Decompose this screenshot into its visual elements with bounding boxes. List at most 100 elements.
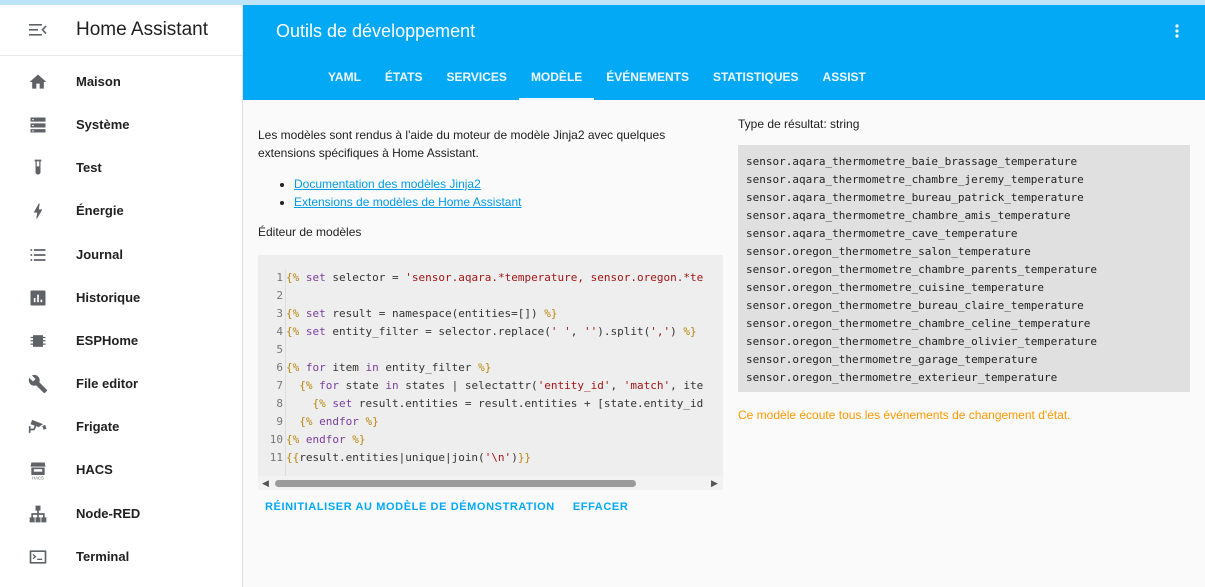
sidebar-item-systeme[interactable]: Système (0, 103, 242, 146)
line-number: 7 (276, 379, 283, 392)
sidebar-item-file-editor[interactable]: File editor (0, 362, 242, 405)
sidebar-item-frigate[interactable]: Frigate (0, 405, 242, 448)
line-number: 3 (276, 307, 283, 320)
test-tube-icon (0, 158, 76, 178)
result-line: sensor.aqara_thermometre_chambre_jeremy_… (746, 173, 1084, 186)
result-panel: Type de résultat: string (738, 117, 1190, 131)
sidebar-item-label: Node-RED (76, 506, 141, 521)
sidebar-item-terminal[interactable]: Terminal (0, 535, 242, 578)
more-vert-icon[interactable] (1175, 22, 1179, 43)
sidebar-item-node-red[interactable]: Node-RED (0, 492, 242, 535)
editor-actions: RÉINITIALISER AU MODÈLE DE DÉMONSTRATION… (265, 501, 628, 513)
hacs-store-icon: HACS (0, 460, 76, 480)
result-line: sensor.oregon_thermometre_exterieur_temp… (746, 371, 1058, 384)
menu-collapse-icon[interactable] (0, 23, 76, 37)
app-header: Outils de développement YAML ÉTATS SERVI… (243, 5, 1205, 100)
code-line: {% set result.entities = result.entities… (312, 397, 704, 410)
list-item: Documentation des modèles Jinja2 (294, 175, 724, 193)
tab-assist[interactable]: ASSIST (811, 63, 878, 100)
tab-etats[interactable]: ÉTATS (373, 63, 435, 100)
chart-box-icon (0, 288, 76, 308)
sidebar-item-historique[interactable]: Historique (0, 276, 242, 319)
result-type: Type de résultat: string (738, 117, 860, 131)
tab-modele[interactable]: MODÈLE (518, 63, 595, 100)
result-line: sensor.aqara_thermometre_cave_temperatur… (746, 227, 1018, 240)
tab-yaml[interactable]: YAML (316, 63, 373, 100)
sidebar-item-label: Frigate (76, 419, 120, 434)
line-number: 11 (269, 451, 283, 464)
template-info: Les modèles sont rendus à l'aide du mote… (258, 126, 724, 211)
scroll-left-icon[interactable]: ◀ (262, 476, 269, 490)
result-line: sensor.oregon_thermometre_bureau_claire_… (746, 299, 1084, 312)
code-area[interactable]: 1 2 3 4 5 6 7 8 9 10 11 {% set selector … (258, 269, 723, 489)
sidebar-item-label: Journal (76, 247, 123, 262)
result-line: sensor.aqara_thermometre_bureau_patrick_… (746, 191, 1084, 204)
result-line: sensor.oregon_thermometre_chambre_olivie… (746, 335, 1097, 348)
code-line: {% set result = namespace(entities=[]) %… (286, 307, 558, 320)
result-line: sensor.oregon_thermometre_garage_tempera… (746, 353, 1038, 366)
listen-info: Ce modèle écoute tous les événements de … (738, 408, 1071, 422)
result-line: sensor.oregon_thermometre_chambre_parent… (746, 263, 1097, 276)
ha-extensions-link[interactable]: Extensions de modèles de Home Assistant (294, 195, 521, 209)
lightning-icon (0, 201, 76, 221)
tab-services[interactable]: SERVICES (434, 63, 518, 100)
line-number: 9 (276, 415, 283, 428)
home-icon (0, 72, 76, 92)
sidebar-item-test[interactable]: Test (0, 146, 242, 189)
tab-bar: YAML ÉTATS SERVICES MODÈLE ÉVÉNEMENTS ST… (316, 63, 878, 100)
tab-statistiques[interactable]: STATISTIQUES (701, 63, 811, 100)
sidebar-item-energie[interactable]: Énergie (0, 189, 242, 232)
sidebar-item-label: Historique (76, 290, 141, 305)
list-item: Extensions de modèles de Home Assistant (294, 193, 724, 211)
result-line: sensor.aqara_thermometre_baie_brassage_t… (746, 155, 1078, 168)
code-line: {% for state in states | selectattr('ent… (299, 379, 704, 392)
sidebar-item-label: Énergie (76, 203, 124, 218)
sidebar-header: Home Assistant (0, 5, 242, 56)
sidebar-item-label: Test (76, 160, 102, 175)
code-line: {% set entity_filter = selector.replace(… (286, 325, 697, 338)
result-line: sensor.oregon_thermometre_cuisine_temper… (746, 281, 1045, 294)
sidebar-item-label: File editor (76, 376, 139, 391)
server-icon (0, 115, 76, 135)
result-line: sensor.oregon_thermometre_chambre_celine… (746, 317, 1091, 330)
code-line: {% set selector = 'sensor.aqara.*tempera… (286, 271, 704, 284)
svg-text:HACS: HACS (32, 475, 44, 479)
app-name: Home Assistant (76, 19, 208, 40)
line-number: 6 (276, 361, 283, 374)
line-number: 5 (276, 343, 283, 356)
result-line: sensor.oregon_thermometre_salon_temperat… (746, 245, 1031, 258)
line-number: 10 (269, 433, 283, 446)
wrench-icon (0, 374, 76, 394)
sidebar-item-journal[interactable]: Journal (0, 233, 242, 276)
list-icon (0, 245, 76, 265)
sidebar: Home Assistant Maison Système Test Énerg… (0, 5, 243, 587)
line-number: 4 (276, 325, 283, 338)
tab-evenements[interactable]: ÉVÉNEMENTS (594, 63, 701, 100)
line-number: 8 (276, 397, 283, 410)
chip-icon (0, 331, 76, 351)
console-icon (0, 547, 76, 567)
scrollbar-thumb[interactable] (275, 480, 636, 487)
code-line: {% endfor %} (299, 415, 379, 428)
code-line: {% endfor %} (286, 433, 366, 446)
sidebar-item-esphome[interactable]: ESPHome (0, 319, 242, 362)
horizontal-scrollbar[interactable]: ◀ ▶ (258, 476, 723, 490)
clear-button[interactable]: EFFACER (573, 501, 629, 513)
sidebar-item-hacs[interactable]: HACS HACS (0, 448, 242, 491)
sidebar-item-label: Terminal (76, 549, 130, 564)
sidebar-item-label: ESPHome (76, 333, 139, 348)
line-number: 2 (276, 289, 283, 302)
sitemap-icon (0, 504, 76, 524)
sidebar-item-maison[interactable]: Maison (0, 60, 242, 103)
page-title: Outils de développement (276, 21, 476, 41)
scroll-right-icon[interactable]: ▶ (711, 476, 718, 490)
reset-template-button[interactable]: RÉINITIALISER AU MODÈLE DE DÉMONSTRATION (265, 501, 555, 513)
code-line: {{result.entities|unique|join('\n')}} (286, 451, 532, 464)
sidebar-item-label: Système (76, 117, 130, 132)
line-number: 1 (276, 271, 283, 284)
editor-title: Éditeur de modèles (258, 225, 362, 239)
intro-text: Les modèles sont rendus à l'aide du mote… (258, 128, 666, 160)
template-editor[interactable]: 1 2 3 4 5 6 7 8 9 10 11 {% set selector … (258, 255, 723, 490)
jinja-docs-link[interactable]: Documentation des modèles Jinja2 (294, 177, 481, 191)
result-output: sensor.aqara_thermometre_baie_brassage_t… (738, 145, 1190, 392)
